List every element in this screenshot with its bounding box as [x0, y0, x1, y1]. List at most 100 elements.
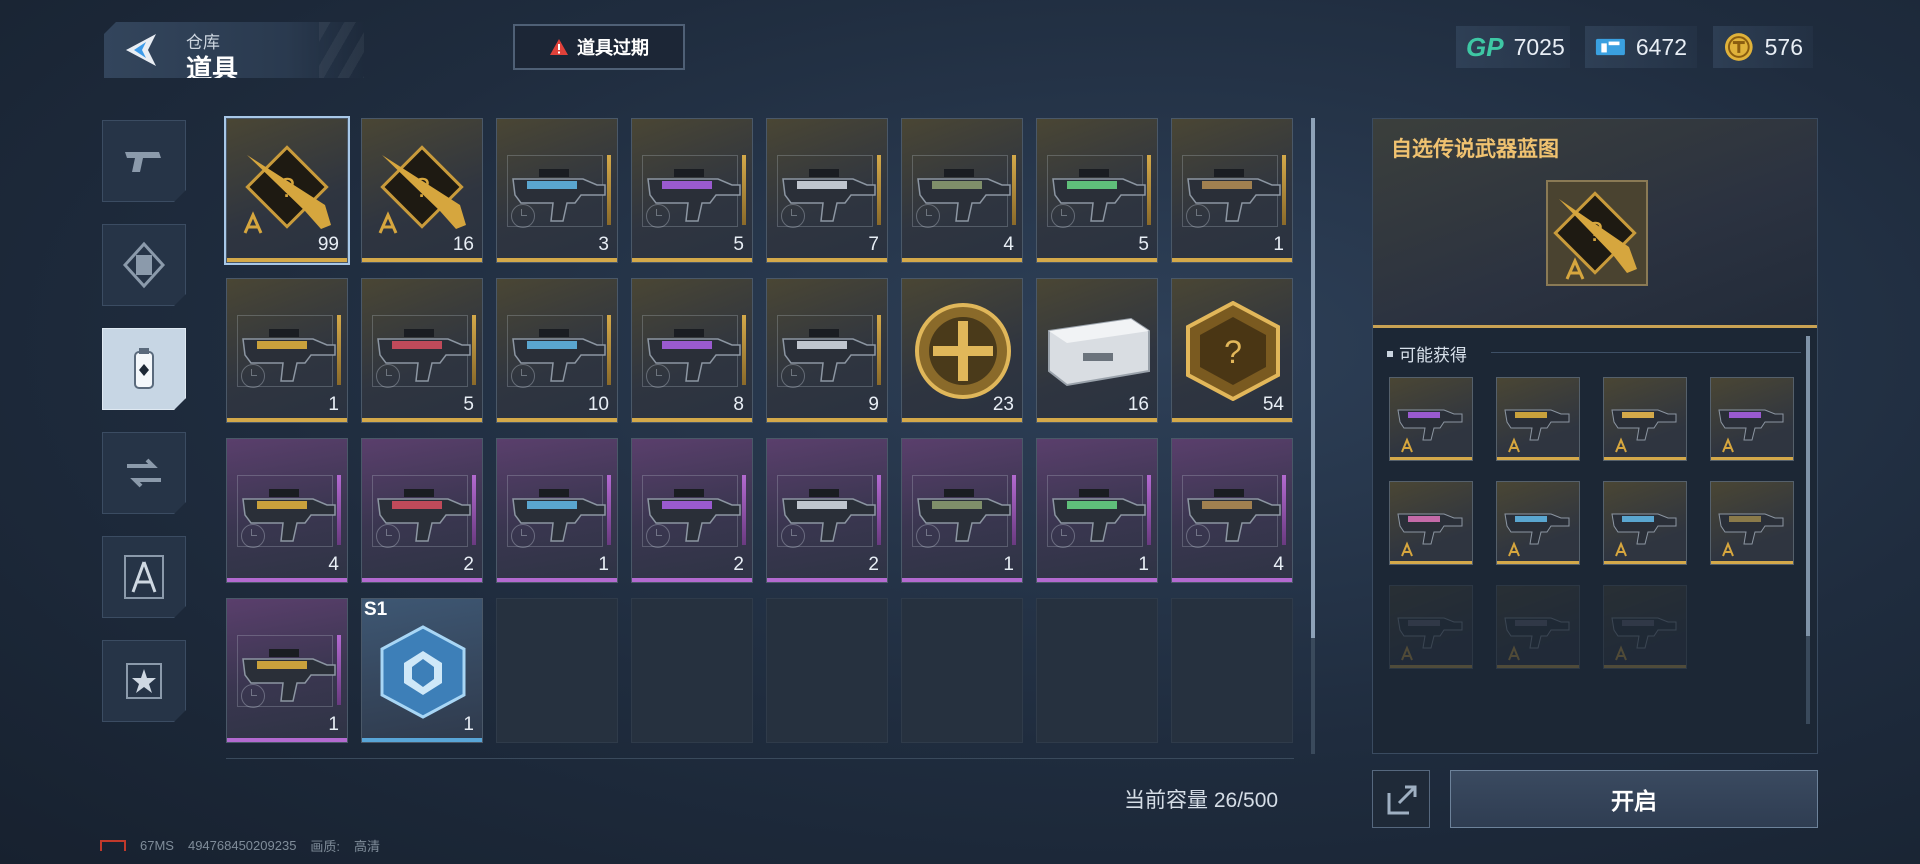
rarity-bar — [632, 418, 752, 422]
compass-icon — [119, 552, 169, 602]
inventory-item[interactable]: 5 — [631, 118, 753, 263]
rarity-bar — [1172, 418, 1292, 422]
gp-amount: 7025 — [1513, 33, 1565, 60]
rarity-bar — [1497, 561, 1579, 564]
inventory-item[interactable]: 8 — [631, 278, 753, 423]
item-count: 5 — [1138, 234, 1149, 255]
inventory-item[interactable]: 2 — [766, 438, 888, 583]
rewards-scrollbar[interactable] — [1806, 336, 1810, 724]
detail-title: 自选传说武器蓝图 — [1391, 138, 1559, 161]
inventory-item[interactable]: 4 — [226, 438, 348, 583]
reward-item[interactable] — [1603, 585, 1687, 669]
user-id: 494768450209235 — [187, 838, 297, 853]
item-count: 1 — [328, 394, 339, 415]
reward-item[interactable] — [1603, 481, 1687, 565]
back-button[interactable]: 仓库 道具 — [104, 22, 364, 78]
rarity-bar — [632, 258, 752, 262]
detail-header: 自选传说武器蓝图 ? — [1373, 119, 1817, 328]
reward-item[interactable] — [1389, 585, 1473, 669]
item-count: 23 — [992, 394, 1014, 415]
blueprint-item-icon: ? — [1546, 180, 1648, 286]
reward-item[interactable] — [1389, 377, 1473, 461]
currency-gp: GP 7025 — [1456, 26, 1570, 68]
rarity-bar — [767, 258, 887, 262]
inventory-grid: ? 99? 16 3 5 7 4 5 1 1 5 10 8 9 23 16? 54 4 2 1 2 2 1 1 4 1 1 S1 — [224, 116, 1294, 743]
clock-icon — [511, 524, 535, 548]
sidebar-item-items[interactable] — [102, 328, 186, 410]
sidebar-item-skins[interactable] — [102, 224, 186, 306]
inventory-scrollbar[interactable] — [1311, 118, 1315, 754]
item-count: 16 — [1127, 394, 1149, 415]
reward-item[interactable] — [1710, 377, 1794, 461]
inventory-item[interactable]: 4 — [1171, 438, 1293, 583]
inventory-item[interactable]: 7 — [766, 118, 888, 263]
inventory-item[interactable]: 16 — [1036, 278, 1158, 423]
clock-icon — [376, 364, 400, 388]
coin-amount: 576 — [1764, 33, 1803, 60]
inventory-item[interactable]: 4 — [901, 118, 1023, 263]
inventory-item[interactable]: 5 — [1036, 118, 1158, 263]
inventory-item[interactable]: 2 — [361, 438, 483, 583]
reward-item[interactable] — [1389, 481, 1473, 565]
clock-icon — [646, 364, 670, 388]
rarity-bar — [1604, 665, 1686, 668]
inventory-item[interactable]: 2 — [631, 438, 753, 583]
inventory-item[interactable]: 5 — [361, 278, 483, 423]
clock-icon — [241, 684, 265, 708]
sidebar-item-weapons[interactable] — [102, 120, 186, 202]
inventory-item[interactable]: 1 — [1171, 118, 1293, 263]
share-icon — [1387, 785, 1417, 815]
inventory-item[interactable]: ? 16 — [361, 118, 483, 263]
clock-icon — [916, 204, 940, 228]
clock-icon — [781, 204, 805, 228]
capacity-text: 当前容量 26/500 — [1124, 789, 1279, 812]
reward-item[interactable] — [1496, 585, 1580, 669]
inventory-item[interactable]: 3 — [496, 118, 618, 263]
clock-icon — [511, 364, 535, 388]
inventory-item[interactable]: ? 99 — [224, 116, 350, 265]
inventory-item[interactable]: 23 — [901, 278, 1023, 423]
item-count: 1 — [598, 554, 609, 575]
rarity-bar — [767, 578, 887, 582]
svg-text:?: ? — [414, 172, 430, 203]
reward-item[interactable] — [1496, 481, 1580, 565]
possible-rewards-heading: 可能获得 — [1387, 341, 1467, 366]
weapon-blueprint-icon — [1611, 409, 1677, 453]
season-tag: S1 — [364, 599, 388, 620]
inventory-item[interactable]: 10 — [496, 278, 618, 423]
rarity-bar — [362, 418, 482, 422]
hex-badge-icon: ? — [1186, 301, 1280, 401]
item-detail-panel: 自选传说武器蓝图 ? 可能获得 — [1372, 118, 1818, 754]
open-button-label: 开启 — [1611, 788, 1657, 814]
reward-item[interactable] — [1710, 481, 1794, 565]
rarity-bar — [1390, 665, 1472, 668]
inventory-item[interactable]: 1 — [226, 278, 348, 423]
inventory-item[interactable]: ? 54 — [1171, 278, 1293, 423]
inventory-item[interactable]: 1 — [496, 438, 618, 583]
clock-icon — [916, 524, 940, 548]
expired-items-button[interactable]: 道具过期 — [513, 24, 685, 70]
empty-slot — [1171, 598, 1293, 743]
open-button[interactable]: 开启 — [1450, 770, 1818, 828]
sidebar-item-badges[interactable] — [102, 640, 186, 722]
rarity-bar — [1172, 578, 1292, 582]
empty-slot — [496, 598, 618, 743]
reward-item[interactable] — [1496, 377, 1580, 461]
reward-item[interactable] — [1603, 377, 1687, 461]
inventory-item[interactable]: 1 S1 — [361, 598, 483, 743]
inventory-item[interactable]: 9 — [766, 278, 888, 423]
share-button[interactable] — [1372, 770, 1430, 828]
currency-coin: 576 — [1713, 26, 1813, 68]
ping-text: 67MS — [140, 838, 174, 853]
pistol-icon — [119, 136, 169, 186]
empty-slot — [1036, 598, 1158, 743]
sidebar-item-blueprints[interactable] — [102, 536, 186, 618]
item-count: 10 — [587, 394, 609, 415]
inventory-item[interactable]: 1 — [1036, 438, 1158, 583]
sidebar-item-exchange[interactable] — [102, 432, 186, 514]
rarity-bar — [362, 258, 482, 262]
inventory-item[interactable]: 1 — [226, 598, 348, 743]
weapon-blueprint-icon — [1718, 409, 1784, 453]
inventory-item[interactable]: 1 — [901, 438, 1023, 583]
rarity-bar — [497, 418, 617, 422]
